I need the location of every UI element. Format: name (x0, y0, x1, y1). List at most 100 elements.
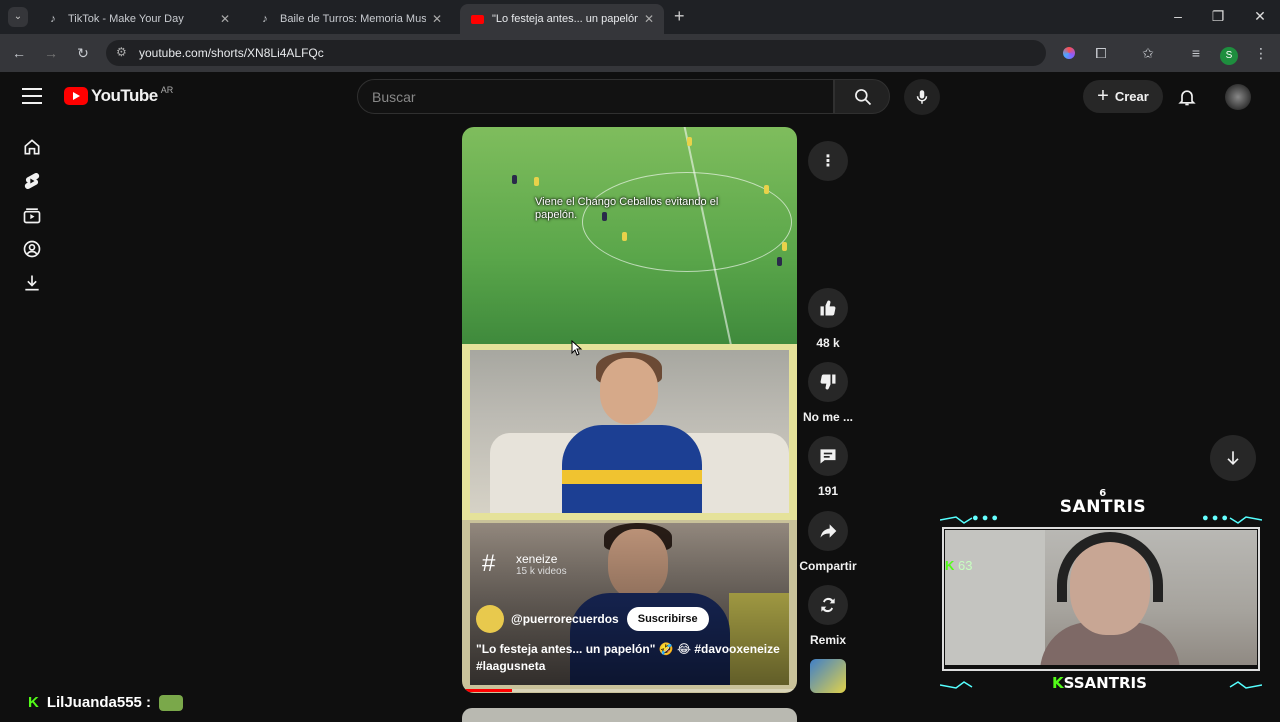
tiktok-icon: ♪ (50, 13, 56, 25)
tab-title: "Lo festeja antes... un papelón" (492, 13, 638, 25)
restore-button[interactable]: ❐ (1198, 8, 1238, 25)
plus-icon: + (1097, 85, 1109, 107)
forward-button[interactable]: → (40, 42, 62, 64)
player-figure (777, 257, 782, 266)
dislike-button[interactable] (808, 362, 848, 402)
share-label: Compartir (799, 559, 857, 573)
frame-dots-left: ● ● ● (972, 512, 999, 524)
more-options-button[interactable]: ⋮ (808, 141, 848, 181)
downloads-icon[interactable] (22, 273, 42, 293)
kick-icon: K (1052, 674, 1064, 692)
tab-tiktok-2[interactable]: ♪ Baile de Turros: Memoria Musc ✕ (248, 4, 452, 34)
chat-username: LilJuanda555 : (46, 694, 152, 711)
comment-icon (820, 449, 836, 464)
reading-list-icon[interactable]: ≡ (1185, 42, 1207, 64)
viewer-count: K 63 (945, 558, 972, 573)
profile-initial: S (1220, 47, 1238, 65)
center-circle (582, 172, 792, 272)
hashtag-icon: # (482, 550, 496, 577)
dislike-action: No me ... (803, 362, 853, 424)
player-figure (622, 232, 627, 241)
close-icon[interactable]: ✕ (432, 12, 442, 26)
hashtag-count: 15 k videos (516, 565, 567, 577)
tab-title: Baile de Turros: Memoria Musc (280, 13, 426, 25)
video-caption: Viene el Chango Ceballos evitando el pap… (535, 196, 719, 221)
shorts-icon[interactable] (22, 171, 42, 191)
tab-youtube[interactable]: "Lo festeja antes... un papelón" ✕ (460, 4, 664, 34)
chat-emote-icon (159, 694, 184, 711)
like-count: 48 k (816, 336, 840, 350)
player-figure (764, 185, 769, 194)
microphone-icon (916, 90, 928, 104)
logo-text: YouTube (91, 86, 158, 105)
next-short-button[interactable] (1210, 435, 1256, 481)
player-figure (534, 177, 539, 186)
new-tab-button[interactable]: + (674, 6, 685, 27)
bookmarks-icon[interactable]: ✩ (1137, 42, 1159, 64)
url-text: youtube.com/shorts/XN8Li4ALFQc (139, 46, 324, 60)
audio-thumbnail[interactable] (810, 659, 846, 693)
comment-count: 191 (817, 484, 839, 498)
bell-icon (1178, 90, 1196, 106)
browser-tab-strip: ⌄ ♪ TikTok - Make Your Day ✕ ♪ Baile de … (0, 0, 1280, 34)
tab-tiktok-1[interactable]: ♪ TikTok - Make Your Day ✕ (36, 4, 240, 34)
tiktok-icon: ♪ (262, 13, 268, 25)
streamer-brand-logo: 6 SANTRIS (1058, 488, 1148, 517)
back-button[interactable]: ← (8, 42, 30, 64)
like-action: 48 k (808, 288, 848, 350)
frame-dots-right: ● ● ● (1202, 512, 1229, 524)
hashtag-name: xeneize (516, 551, 558, 566)
youtube-logo[interactable]: YouTube AR (64, 85, 174, 106)
remix-button[interactable] (808, 585, 848, 625)
share-action: Compartir (799, 511, 857, 573)
notifications-button[interactable] (1177, 86, 1197, 108)
search-input[interactable] (358, 80, 833, 113)
webcam-feed (945, 530, 1257, 665)
shorts-player[interactable]: Viene el Chango Ceballos evitando el pap… (462, 127, 797, 693)
home-icon[interactable] (22, 137, 42, 157)
remix-label: Remix (809, 633, 847, 647)
tab-search-button[interactable]: ⌄ (8, 7, 28, 27)
streamer-name: KSSANTRIS (1052, 674, 1147, 692)
player-figure (687, 137, 692, 146)
subscribe-button[interactable]: Suscribirse (626, 607, 709, 631)
close-icon[interactable]: ✕ (644, 12, 654, 26)
like-button[interactable] (808, 288, 848, 328)
brand-text: SANTRIS (1059, 497, 1147, 517)
channel-handle[interactable]: @puerrorecuerdos (511, 612, 619, 626)
short-description[interactable]: "Lo festeja antes... un papelón" 🤣 😂 #da… (476, 641, 781, 675)
extensions-puzzle-icon[interactable]: ⧠ (1090, 42, 1112, 64)
comments-button[interactable] (808, 436, 848, 476)
dislike-label: No me ... (802, 410, 853, 424)
minimize-button[interactable]: – (1158, 8, 1198, 24)
browser-menu-icon[interactable]: ⋮ (1250, 42, 1272, 64)
site-info-icon[interactable]: ⚙ (116, 45, 127, 59)
reload-button[interactable]: ↻ (72, 42, 94, 64)
progress-fill (462, 689, 513, 692)
search-button[interactable] (834, 79, 890, 114)
youtube-play-icon (64, 87, 88, 105)
create-button[interactable]: + Crear (1083, 80, 1163, 113)
channel-avatar[interactable] (476, 605, 504, 633)
video-frame-interview-2: # xeneize 15 k videos @puerrorecuerdos S… (462, 520, 797, 693)
viewer-count-value: 63 (958, 558, 973, 573)
close-icon[interactable]: ✕ (220, 12, 230, 26)
profile-avatar[interactable]: S (1218, 42, 1240, 65)
subscriptions-icon[interactable] (22, 205, 42, 225)
window-close-button[interactable]: ✕ (1240, 8, 1280, 25)
voice-search-button[interactable] (904, 79, 940, 115)
thumbs-up-icon (820, 300, 836, 316)
progress-bar[interactable] (462, 689, 797, 692)
create-label: Crear (1114, 89, 1149, 104)
country-code: AR (160, 85, 174, 95)
extension-color-icon[interactable] (1058, 42, 1080, 64)
arrow-down-icon (1227, 451, 1239, 466)
menu-icon[interactable] (22, 88, 42, 104)
hashtag-chip[interactable]: # xeneize 15 k videos (482, 550, 567, 578)
account-avatar[interactable] (1225, 84, 1251, 110)
you-icon[interactable] (22, 239, 42, 259)
share-button[interactable] (808, 511, 848, 551)
remix-icon (821, 597, 835, 613)
thumbs-down-icon (820, 374, 836, 390)
address-bar[interactable]: ⚙ youtube.com/shorts/XN8Li4ALFQc (106, 40, 1046, 66)
